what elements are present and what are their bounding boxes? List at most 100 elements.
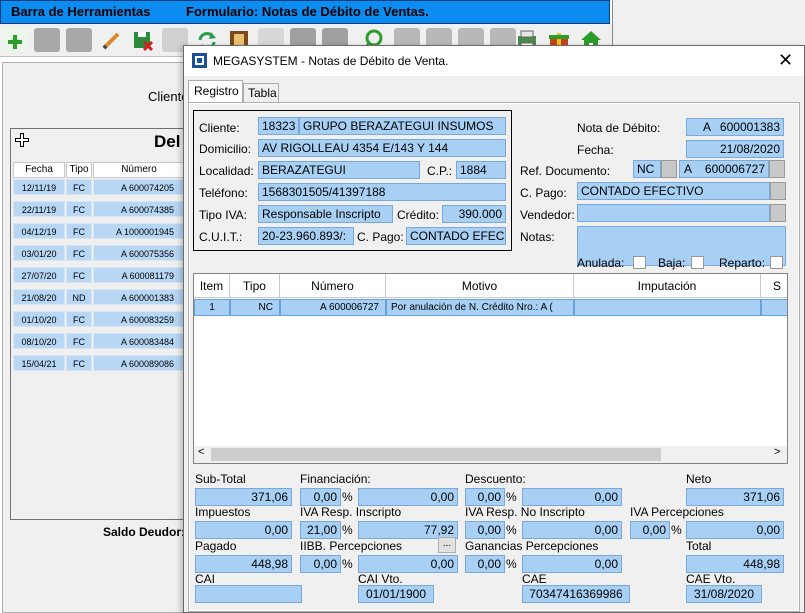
financiacion-field[interactable]: 0,00 [358,488,458,506]
grid-col-motivo: Motivo [386,274,574,298]
table-cell-tipo: FC [66,333,92,349]
grid-cell-tipo: NC [230,299,280,316]
iva-rni-pct-sign: % [506,523,517,537]
telefono-field[interactable]: 1568301505/41397188 [258,183,506,201]
iva-perc-field[interactable]: 0,00 [686,521,784,539]
tab-registro[interactable]: Registro [188,80,243,102]
subtotal-field[interactable]: 371,06 [195,488,292,506]
cai-field[interactable] [195,585,302,603]
refdoc-dropdown[interactable] [769,160,785,178]
table-cell-fecha: 21/08/20 [13,289,65,305]
cp-field[interactable]: 1884 [456,161,506,179]
fecha-label: Fecha: [577,143,614,157]
table-row[interactable]: 21/08/20 ND A 600001383 [13,289,191,305]
cpago-left-field[interactable]: CONTADO EFEC [406,227,506,245]
table-row[interactable]: 01/10/20 FC A 600083259 [13,311,191,327]
impuestos-label: Impuestos [195,505,251,519]
tab-tabla[interactable]: Tabla [243,83,279,102]
fecha-field[interactable]: 21/08/2020 [686,140,784,158]
col-fecha: Fecha [13,162,65,178]
domicilio-field[interactable]: AV RIGOLLEAU 4354 E/143 Y 144 [258,139,506,157]
iva-ri-pct-sign: % [342,523,353,537]
cpago-field[interactable]: CONTADO EFECTIVO [577,182,770,200]
total-field[interactable]: 448,98 [686,555,784,573]
iva-rni-field[interactable]: 0,00 [522,521,622,539]
cai-vto-field[interactable]: 01/01/1900 [358,585,434,603]
debit-note-dialog: MEGASYSTEM - Notas de Débito de Venta. ✕… [183,45,805,613]
grid-col-item: Item [194,274,230,298]
table-cell-fecha: 03/01/20 [13,245,65,261]
grid-row[interactable]: 1 NC A 600006727 Por anulación de N. Cré… [194,299,787,316]
cuit-label: C.U.I.T.: [199,230,243,244]
cpago-dropdown[interactable] [770,182,786,200]
ganancias-pct-field[interactable]: 0,00 [465,555,505,573]
notas-label: Notas: [520,230,555,244]
cliente-label: Cliente: [199,121,240,135]
pagado-field[interactable]: 448,98 [195,555,292,573]
panel-title: Del [154,132,181,151]
iibb-details-button[interactable]: ... [438,537,456,553]
baja-checkbox[interactable] [691,256,704,269]
credito-field[interactable]: 390.000 [442,205,506,223]
vendedor-field[interactable] [577,204,770,222]
add-button[interactable] [2,28,28,52]
plus-icon[interactable] [15,133,29,147]
nota-field[interactable]: A 600001383 [686,118,784,136]
table-row[interactable]: 04/12/19 FC A 1000001945 [13,223,191,239]
iibb-pct-field[interactable]: 0,00 [300,555,341,573]
cliente-name-field[interactable]: GRUPO BERAZATEGUI INSUMOS [299,117,506,135]
impuestos-field[interactable]: 0,00 [195,521,292,539]
edit-icon [102,32,120,50]
iva-perc-pct-field[interactable]: 0,00 [630,521,670,539]
financiacion-pct-field[interactable]: 0,00 [300,488,341,506]
close-icon[interactable]: ✕ [778,50,793,71]
table-row[interactable]: 03/01/20 FC A 600075356 [13,245,191,261]
grid-horizontal-scrollbar[interactable]: < > [194,446,787,463]
scroll-left-icon[interactable]: < [198,446,204,458]
table-cell-numero: A 600083259 [93,311,185,327]
save-exit-button[interactable] [130,28,156,52]
saldo-label: Saldo Deudor: [103,525,186,539]
table-cell-tipo: FC [66,179,92,195]
table-row[interactable]: 22/11/19 FC A 600074385 [13,201,191,217]
refdoc-label: Ref. Documento: [520,164,611,178]
vendedor-dropdown[interactable] [770,204,786,222]
dialog-title: MEGASYSTEM - Notas de Débito de Venta. [213,54,449,68]
iva-rni-pct-field[interactable]: 0,00 [465,521,505,539]
iva-ri-pct-field[interactable]: 21,00 [300,521,341,539]
refdoc-tipo-field[interactable]: NC [633,160,661,178]
scroll-thumb[interactable] [211,448,661,461]
descuento-pct-field[interactable]: 0,00 [465,488,505,506]
cuit-field[interactable]: 20-23.960.893/: [258,227,354,245]
descuento-field[interactable]: 0,00 [522,488,622,506]
refdoc-field[interactable]: A 600006727 [679,160,769,178]
table-row[interactable]: 15/04/21 FC A 600089086 [13,355,191,371]
ganancias-field[interactable]: 0,00 [522,555,622,573]
table-cell-numero: A 600074385 [93,201,185,217]
scroll-right-icon[interactable]: > [774,446,780,458]
tipoiva-field[interactable]: Responsable Inscripto [258,205,393,223]
refdoc-tipo-dropdown[interactable] [661,160,677,178]
localidad-field[interactable]: BERAZATEGUI [258,161,420,179]
cp-label: C.P.: [427,164,453,178]
save-button[interactable] [34,28,60,52]
ganancias-label: Ganancias Percepciones [465,539,599,553]
grid-col-s: S [761,274,787,298]
table-row[interactable]: 12/11/19 FC A 600074205 [13,179,191,195]
neto-field[interactable]: 371,06 [686,488,784,506]
refdoc-numero: 600006727 [704,162,765,176]
edit-button[interactable] [98,28,124,52]
tipoiva-label: Tipo IVA: [199,208,248,222]
cae-field[interactable]: 70347416369986 [522,585,630,603]
iibb-field[interactable]: 0,00 [358,555,458,573]
save-as-button[interactable] [66,28,92,52]
table-row[interactable]: 27/07/20 FC A 600081179 [13,267,191,283]
cae-vto-field[interactable]: 31/08/2020 [686,585,762,603]
table-row[interactable]: 08/10/20 FC A 600083484 [13,333,191,349]
save-exit-icon [134,32,154,52]
anulada-label: Anulada: [577,256,625,270]
cliente-code-field[interactable]: 18323 [258,117,299,135]
form-title: Formulario: Notas de Débito de Ventas. [186,4,429,19]
anulada-checkbox[interactable] [633,256,646,269]
reparto-checkbox[interactable] [770,256,783,269]
